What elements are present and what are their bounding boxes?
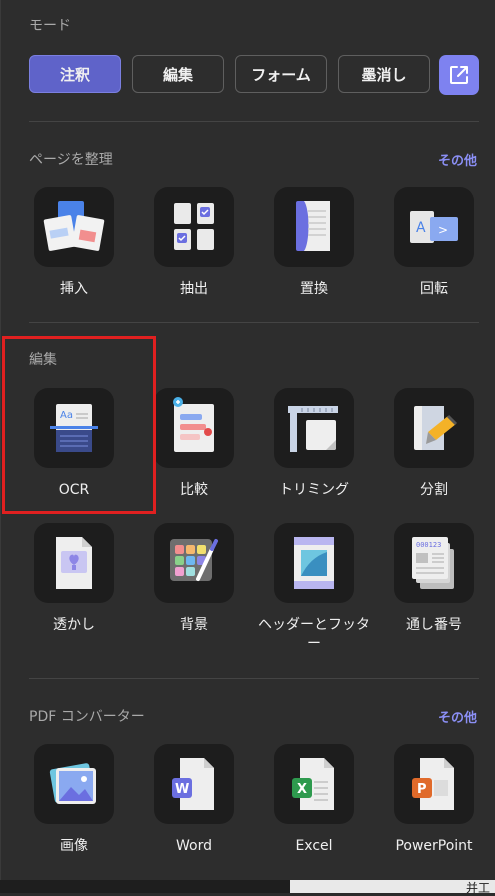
svg-text:000123: 000123 (416, 541, 441, 549)
insert-pages-icon (34, 187, 114, 267)
tool-header-footer[interactable]: ヘッダーとフッター (254, 523, 374, 654)
tool-replace[interactable]: 置換 (254, 187, 374, 299)
tool-label: Word (176, 838, 212, 854)
svg-text:>: > (438, 223, 448, 237)
powerpoint-convert-icon: P (394, 744, 474, 824)
tool-bates-number[interactable]: 000123 通し番号 (374, 523, 494, 635)
tool-label: 背景 (180, 617, 208, 633)
tool-label: 回転 (420, 281, 448, 297)
tool-label: 透かし (53, 617, 95, 633)
tool-to-powerpoint[interactable]: P PowerPoint (374, 744, 494, 856)
svg-text:X: X (297, 782, 307, 797)
tool-label: トリミング (279, 482, 349, 498)
watermark-icon (34, 523, 114, 603)
converter-section-title: PDF コンバーター (29, 709, 145, 725)
tool-label: 置換 (300, 281, 328, 297)
tool-to-image[interactable]: 画像 (14, 744, 134, 856)
tool-extract[interactable]: 抽出 (134, 187, 254, 299)
divider (29, 322, 479, 323)
svg-text:P: P (417, 782, 427, 797)
crop-icon (274, 388, 354, 468)
bottom-text-fragment: 并工 (466, 881, 491, 895)
mode-form-button[interactable]: フォーム (235, 55, 327, 93)
ocr-highlight-box (2, 336, 156, 514)
tool-rotate[interactable]: A > 回転 (374, 187, 494, 299)
rotate-page-icon: A > (394, 187, 474, 267)
converter-more-link[interactable]: その他 (438, 707, 477, 726)
divider (29, 678, 479, 679)
organize-more-link[interactable]: その他 (438, 150, 477, 169)
external-link-icon (448, 64, 470, 86)
replace-page-icon (274, 187, 354, 267)
tool-label: PowerPoint (395, 838, 473, 854)
compare-icon (154, 388, 234, 468)
external-link-button[interactable] (439, 55, 479, 95)
tool-label: 分割 (420, 482, 448, 498)
header-footer-icon (274, 523, 354, 603)
mode-redact-button[interactable]: 墨消し (338, 55, 430, 93)
tool-label: 挿入 (60, 281, 88, 297)
word-convert-icon: W (154, 744, 234, 824)
tool-to-excel[interactable]: X Excel (254, 744, 374, 856)
organize-section-title: ページを整理 (29, 152, 113, 168)
tool-to-word[interactable]: W Word (134, 744, 254, 856)
bottom-strip: 并工 (0, 880, 495, 895)
tool-crop[interactable]: トリミング (254, 388, 374, 500)
tool-watermark[interactable]: 透かし (14, 523, 134, 635)
mode-edit-button[interactable]: 編集 (132, 55, 224, 93)
tool-label: Excel (295, 838, 333, 854)
tools-panel: モード 注釈 編集 フォーム 墨消し ページを整理 その他 挿入 抽出 置換 A… (0, 0, 495, 893)
excel-convert-icon: X (274, 744, 354, 824)
mode-section-title: モード (29, 18, 71, 34)
svg-text:A: A (416, 220, 426, 236)
image-convert-icon (34, 744, 114, 824)
tool-label: 抽出 (180, 281, 208, 297)
tool-label: 画像 (60, 838, 88, 854)
extract-pages-icon (154, 187, 234, 267)
background-icon (154, 523, 234, 603)
bottom-content-fragment (290, 880, 495, 893)
mode-annotate-button[interactable]: 注釈 (29, 55, 121, 93)
bates-number-icon: 000123 (394, 523, 474, 603)
divider (29, 121, 479, 122)
tool-split[interactable]: 分割 (374, 388, 494, 500)
split-icon (394, 388, 474, 468)
svg-text:W: W (175, 782, 189, 797)
tool-insert[interactable]: 挿入 (14, 187, 134, 299)
tool-label: 通し番号 (406, 617, 462, 633)
tool-label: ヘッダーとフッター (258, 617, 370, 652)
tool-background[interactable]: 背景 (134, 523, 254, 635)
